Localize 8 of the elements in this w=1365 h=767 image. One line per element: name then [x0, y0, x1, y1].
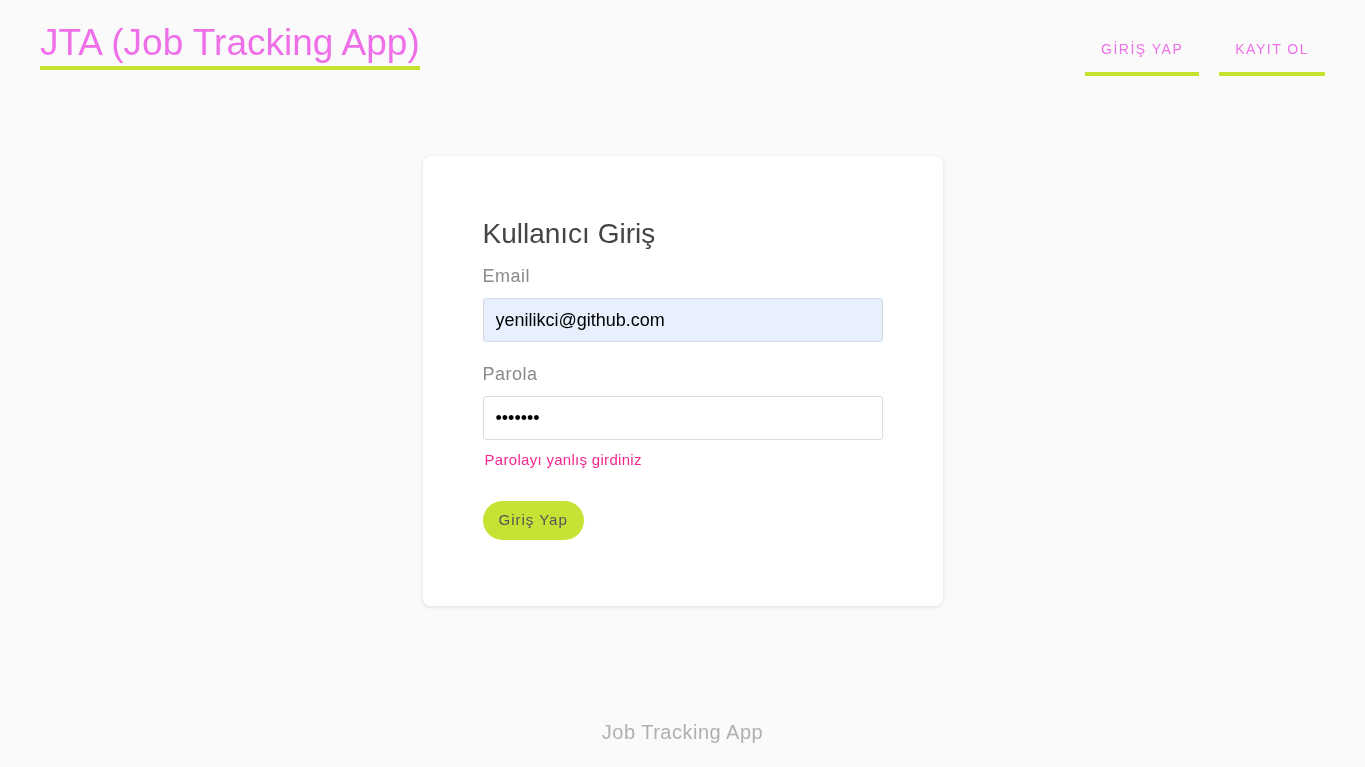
field-label: Email: [482, 265, 530, 288]
login-button[interactable]: Giriş Yap: [482, 501, 584, 540]
input-field[interactable]: •••••••: [482, 396, 883, 440]
error-message: Parolayı yanlış girdiniz: [484, 450, 642, 470]
input-field[interactable]: yenilikci@github.com: [482, 298, 883, 342]
footer-text: Job Tracking App: [601, 720, 764, 745]
form-title: Kullanıcı Giriş: [482, 217, 656, 251]
field-label: Parola: [482, 363, 538, 386]
